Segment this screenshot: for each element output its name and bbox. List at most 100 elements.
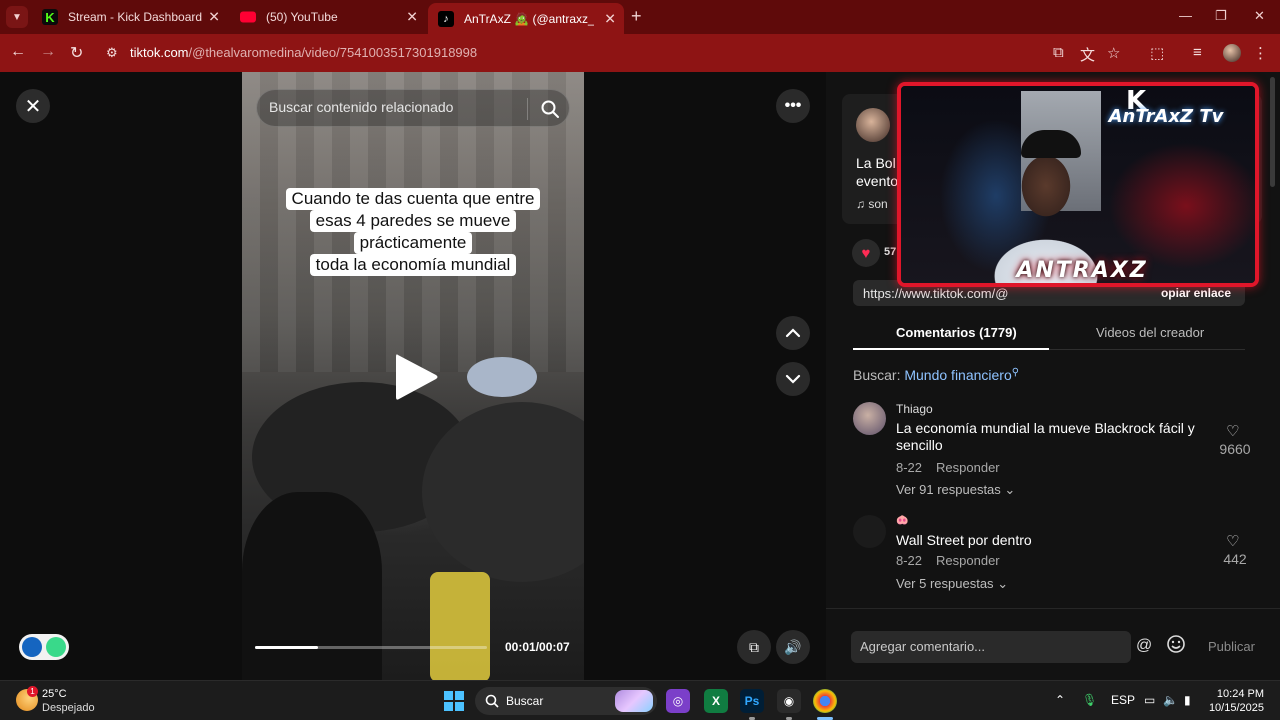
battery-icon[interactable]: ▮ xyxy=(1184,693,1191,707)
panel-tabs: Comentarios (1779) Videos del creador xyxy=(853,318,1245,350)
tab-search-button[interactable]: ▼ xyxy=(6,6,28,28)
language-indicator[interactable]: ESP xyxy=(1111,693,1135,707)
search-prefix: Buscar: xyxy=(853,367,901,383)
tab-youtube[interactable]: (50) YouTube ✕ xyxy=(230,4,426,30)
mini-player-button[interactable]: ⧉ xyxy=(737,630,771,664)
like-count: 57 xyxy=(884,246,897,258)
obs-icon[interactable]: ◉ xyxy=(777,689,801,713)
publish-button[interactable]: Publicar xyxy=(1208,639,1255,654)
tab-bar: ▼ K Stream - Kick Dashboard ✕ (50) YouTu… xyxy=(0,0,1280,34)
tab-comments[interactable]: Comentarios (1779) xyxy=(896,325,1017,340)
previous-video-button[interactable] xyxy=(776,316,810,350)
media-controls-icon[interactable]: ≡ xyxy=(1193,44,1202,61)
tab-creator-videos[interactable]: Videos del creador xyxy=(1096,325,1204,340)
progress-bar[interactable] xyxy=(255,646,487,649)
search-icon xyxy=(485,694,499,708)
tab-tiktok[interactable]: ♪ AnTrAxZ 🧟 (@antraxz_) | TikTok ✕ xyxy=(428,3,624,34)
comment-like-icon[interactable]: ♡ xyxy=(1226,532,1239,550)
site-info-icon[interactable]: ⚙ xyxy=(106,45,118,61)
chevron-down-icon: ⌄ xyxy=(997,576,1009,591)
new-tab-button[interactable]: + xyxy=(631,6,642,27)
tab-title: (50) YouTube xyxy=(266,10,338,24)
extensions-icon[interactable]: ⬚ xyxy=(1150,44,1164,62)
divider xyxy=(527,98,528,120)
tab-title: Stream - Kick Dashboard xyxy=(68,10,203,24)
comment-meta: 8-22 Responder xyxy=(896,553,1000,568)
view-replies-button[interactable]: Ver 91 respuestas ⌄ xyxy=(896,482,1015,498)
sound-link[interactable]: ♫ son xyxy=(856,197,888,211)
video-figure xyxy=(430,572,490,680)
back-icon[interactable]: ← xyxy=(10,43,26,61)
volume-button[interactable]: 🔊 xyxy=(776,630,810,664)
chrome-icon[interactable] xyxy=(813,689,837,713)
copy-link-button[interactable]: opiar enlace xyxy=(1161,286,1231,300)
close-tab-icon[interactable]: ✕ xyxy=(208,9,220,26)
restore-icon[interactable]: ❐ xyxy=(1215,8,1227,24)
comment-avatar[interactable] xyxy=(853,402,886,435)
related-search-input[interactable] xyxy=(269,99,519,115)
comment-like-count: 442 xyxy=(1223,551,1247,567)
reply-button[interactable]: Responder xyxy=(936,553,1000,568)
windows-start-icon[interactable] xyxy=(444,691,464,711)
xbox-icon[interactable]: X xyxy=(704,689,728,713)
taskbar-search[interactable]: Buscar xyxy=(475,687,657,715)
emoji-icon[interactable] xyxy=(1166,634,1186,654)
view-replies-button[interactable]: Ver 5 respuestas ⌄ xyxy=(896,576,1008,592)
microphone-icon[interactable]: 🎙 xyxy=(1082,693,1097,707)
volume-icon[interactable]: 🔈 xyxy=(1163,693,1178,707)
view-replies-label: Ver 5 respuestas xyxy=(896,576,994,591)
related-search-bar xyxy=(256,89,570,127)
extension-widget[interactable] xyxy=(19,634,69,660)
close-window-icon[interactable]: ✕ xyxy=(1254,8,1265,24)
heart-icon: ♥ xyxy=(861,244,871,262)
chevron-up-icon xyxy=(785,328,801,338)
next-video-button[interactable] xyxy=(776,362,810,396)
minimize-icon[interactable]: — xyxy=(1179,8,1192,23)
comment-like-icon[interactable]: ♡ xyxy=(1226,422,1239,440)
bookmark-star-icon[interactable]: ☆ xyxy=(1107,44,1120,62)
reload-icon[interactable]: ↻ xyxy=(70,43,83,63)
comment-meta: 8-22 Responder xyxy=(896,460,1000,475)
comment-avatar[interactable] xyxy=(853,515,886,548)
comment-input[interactable] xyxy=(860,639,1120,654)
creator-avatar[interactable] xyxy=(856,108,890,142)
clock-time[interactable]: 10:24 PM xyxy=(1216,688,1264,700)
url-path: /@thealvaromedina/video/7541003517301918… xyxy=(188,45,478,60)
mention-icon[interactable]: @ xyxy=(1136,637,1152,655)
tab-kick[interactable]: K Stream - Kick Dashboard ✕ xyxy=(32,4,228,30)
forward-icon[interactable]: → xyxy=(40,43,56,61)
url-field[interactable]: tiktok.com/@thealvaromedina/video/754100… xyxy=(130,45,477,60)
close-video-button[interactable]: ✕ xyxy=(16,89,50,123)
profile-avatar[interactable] xyxy=(1223,44,1241,62)
comment-date: 8-22 xyxy=(896,460,923,475)
weather-condition: Despejado xyxy=(42,702,95,714)
more-options-button[interactable]: ••• xyxy=(776,89,810,123)
comment-username[interactable]: Thiago xyxy=(896,402,933,416)
search-suggestion: Buscar: Mundo financiero⚲ xyxy=(853,367,1019,383)
comment-text: Wall Street por dentro xyxy=(896,532,1032,548)
app-icon[interactable]: ◎ xyxy=(666,689,690,713)
url-host: tiktok.com xyxy=(130,45,189,60)
like-button[interactable]: ♥ xyxy=(852,239,880,267)
caption-line: esas 4 paredes se mueve xyxy=(309,210,517,232)
comment-item: Thiago La economía mundial la mueve Blac… xyxy=(853,402,1251,502)
comment-username[interactable]: 🐽 xyxy=(896,515,908,526)
close-tab-icon[interactable]: ✕ xyxy=(604,10,616,27)
clock-date[interactable]: 10/15/2025 xyxy=(1204,702,1264,714)
taskbar-search-label: Buscar xyxy=(506,694,544,708)
menu-icon[interactable]: ⋮ xyxy=(1253,44,1268,62)
search-keyword-link[interactable]: Mundo financiero xyxy=(904,367,1011,383)
scrollbar[interactable] xyxy=(1270,77,1275,187)
play-icon[interactable] xyxy=(392,351,440,403)
network-icon[interactable]: ▭ xyxy=(1144,693,1155,707)
install-app-icon[interactable]: ⧉ xyxy=(1053,44,1064,61)
close-tab-icon[interactable]: ✕ xyxy=(406,9,418,26)
video-time: 00:01/00:07 xyxy=(505,640,570,654)
reply-button[interactable]: Responder xyxy=(936,460,1000,475)
photoshop-icon[interactable]: Ps xyxy=(740,689,764,713)
search-icon[interactable] xyxy=(539,98,561,120)
translate-icon[interactable]: 文 xyxy=(1080,44,1095,65)
comment-text: La economía mundial la mueve Blackrock f… xyxy=(896,420,1195,453)
tray-overflow-icon[interactable]: ⌃ xyxy=(1055,693,1065,707)
webcam-overlay: K AnTrAxZ Tv ANTRAXZ xyxy=(897,82,1259,287)
